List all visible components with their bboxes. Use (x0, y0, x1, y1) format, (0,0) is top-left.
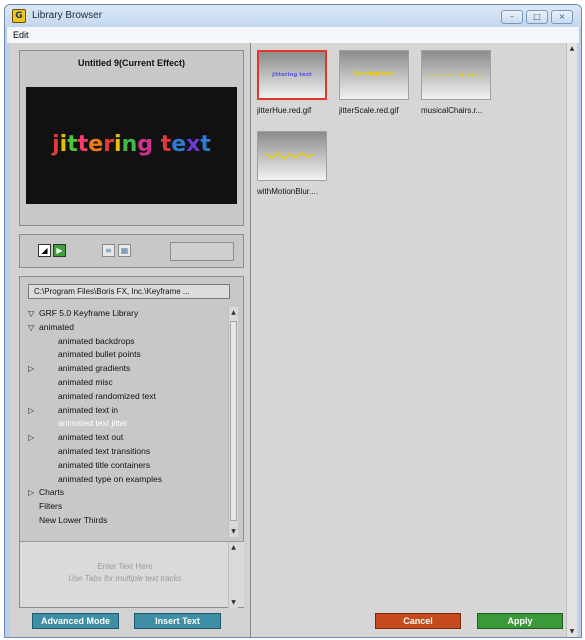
thumbnail-label: musicalChairs.r... (421, 106, 483, 115)
thumbnail-graphic (428, 73, 484, 77)
expand-arrow-icon[interactable]: ▷ (28, 362, 34, 375)
preview-char: r (103, 132, 115, 157)
list-view-icon[interactable]: ≡ (102, 244, 115, 257)
scroll-down-icon[interactable]: ▼ (229, 599, 238, 606)
minimize-icon[interactable]: – (501, 10, 523, 24)
window-title: Library Browser (32, 10, 103, 21)
left-panel: Untitled 9(Current Effect) jittering tex… (10, 43, 251, 637)
library-tree: ▽ GRF 5.0 Keyframe Library ▽ animated animat… (20, 307, 228, 537)
thumbnail-label: withMotionBlur.... (257, 187, 318, 196)
preview-field[interactable] (170, 242, 234, 261)
thumbnail-label: jitterHue.red.gif (257, 106, 312, 115)
tree-item[interactable]: animated title containers (58, 459, 150, 472)
text-entry-area[interactable]: Enter Text Here Use Tabs for multiple te… (20, 541, 244, 608)
preview-char (153, 132, 161, 157)
menu-edit[interactable]: Edit (13, 30, 29, 40)
preview-char: t (200, 132, 211, 157)
preview-char: t (160, 132, 172, 157)
preview-title: Untitled 9(Current Effect) (77, 58, 185, 68)
tree-item[interactable]: animated misc (58, 376, 113, 389)
tree-item[interactable]: animated text in (58, 404, 118, 417)
thumbnail-image[interactable] (421, 50, 491, 100)
tree-item[interactable]: animated backdrops (58, 335, 135, 348)
expand-arrow-icon[interactable]: ▷ (28, 404, 34, 417)
title-bar[interactable]: G Library Browser – □ × (5, 5, 581, 27)
play-icon[interactable]: ▶ (53, 244, 66, 257)
advanced-mode-button[interactable]: Advanced Mode (32, 613, 119, 629)
preview-char: j (52, 132, 60, 157)
library-tree-panel: C:\Program Files\Boris FX, Inc.\Keyframe… (19, 276, 244, 608)
tree-item[interactable]: New Lower Thirds (39, 514, 107, 527)
preview-toolbar: ◢ ▶ ≡ ▦ (19, 234, 244, 268)
thumbnail-preview-text: jittering text (272, 72, 312, 78)
expand-arrow-icon[interactable]: ▷ (28, 431, 34, 444)
library-browser-app-icon: G (12, 9, 26, 23)
thumbnail-image[interactable]: jittering text (339, 50, 409, 100)
tree-item[interactable]: animated gradients (58, 362, 130, 375)
preview-panel: Untitled 9(Current Effect) jittering tex… (19, 50, 244, 226)
tree-item[interactable]: animated type on examples (58, 473, 162, 486)
effect-preview: jittering text (26, 87, 237, 204)
library-path-button[interactable]: C:\Program Files\Boris FX, Inc.\Keyframe… (28, 284, 230, 299)
preview-char: t (77, 132, 89, 157)
scroll-down-icon[interactable]: ▼ (229, 528, 238, 535)
preview-char: e (88, 132, 104, 157)
tree-item[interactable]: animated text out (58, 431, 123, 444)
preview-char: n (121, 132, 138, 157)
preview-char: x (186, 132, 201, 157)
thumbnail-label: jitterScale.red.gif (339, 106, 399, 115)
tree-item[interactable]: Charts (39, 486, 64, 499)
tree-scrollbar[interactable]: ▲ ▼ (228, 307, 238, 537)
collapse-arrow-icon[interactable]: ▽ (28, 321, 34, 334)
thumbnail-graphic (265, 151, 315, 161)
thumbnail-preview-text: jittering text (354, 71, 394, 77)
tree-item[interactable]: animated randomized text (58, 390, 156, 403)
insert-text-button[interactable]: Insert Text (134, 613, 221, 629)
cancel-button[interactable]: Cancel (375, 613, 461, 629)
thumbnail-view-icon[interactable]: ▦ (118, 244, 131, 257)
tree-item[interactable]: Filters (39, 500, 62, 513)
scroll-up-icon[interactable]: ▲ (229, 544, 238, 551)
scroll-up-icon[interactable]: ▲ (229, 309, 238, 316)
preview-char: i (114, 132, 122, 157)
text-entry-placeholder: Enter Text Here (97, 562, 153, 571)
maximize-icon[interactable]: □ (526, 10, 548, 24)
preview-text: jittering text (26, 132, 237, 157)
tree-item[interactable]: animated text transitions (58, 445, 150, 458)
tree-item[interactable]: animated text jitter (58, 417, 127, 430)
scroll-down-icon[interactable]: ▼ (567, 628, 577, 635)
preview-char: g (137, 132, 154, 157)
preview-char: e (171, 132, 187, 157)
scroll-up-icon[interactable]: ▲ (567, 45, 577, 52)
expand-arrow-icon[interactable]: ▷ (28, 486, 34, 499)
text-entry-scrollbar[interactable]: ▲ ▼ (228, 542, 238, 608)
text-entry-hint: Use Tabs for multiple text tracks (68, 574, 182, 583)
apply-button[interactable]: Apply (477, 613, 563, 629)
thumbnail-image[interactable]: jittering text (257, 50, 327, 100)
stop-icon[interactable]: ◢ (38, 244, 51, 257)
close-icon[interactable]: × (551, 10, 573, 24)
menu-bar: Edit (7, 27, 579, 43)
client-area: Untitled 9(Current Effect) jittering tex… (10, 43, 577, 637)
tree-item[interactable]: GRF 5.0 Keyframe Library (39, 307, 138, 320)
thumbnail-image[interactable] (257, 131, 327, 181)
collapse-arrow-icon[interactable]: ▽ (28, 307, 34, 320)
tree-scroll-thumb[interactable] (230, 321, 237, 521)
library-browser-window: G Library Browser – □ × Edit Untitled 9(… (4, 4, 582, 638)
tree-item[interactable]: animated (39, 321, 74, 334)
thumbnail-grid: jittering text jitterHue.red.gif jitteri… (252, 43, 566, 637)
preview-char: t (67, 132, 78, 157)
tree-item[interactable]: animated bullet points (58, 348, 141, 361)
window-scrollbar[interactable]: ▲ ▼ (566, 43, 577, 637)
